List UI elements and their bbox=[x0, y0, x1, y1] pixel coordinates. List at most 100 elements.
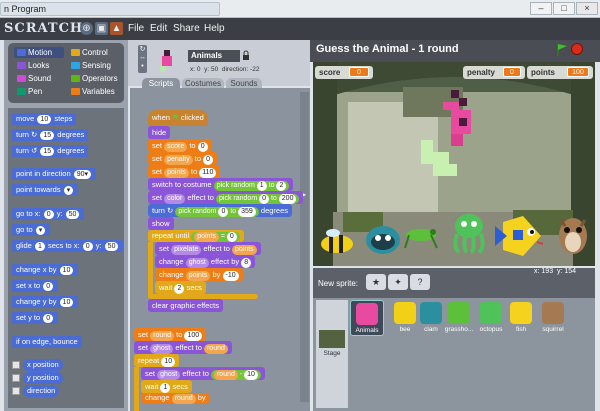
block-palette: move 10 steps turn ↻ 15 degrees turn ↺ 1… bbox=[8, 108, 124, 408]
category-variables[interactable]: Variables bbox=[68, 86, 118, 97]
block-set-points[interactable]: set points to 110 bbox=[148, 165, 221, 178]
block-show[interactable]: show bbox=[148, 217, 174, 230]
maximize-icon[interactable]: □ bbox=[553, 2, 575, 15]
random-sprite-icon[interactable]: ? bbox=[410, 274, 430, 290]
block-set-y[interactable]: set y to 0 bbox=[12, 312, 59, 324]
block-repeat[interactable]: repeat 10 bbox=[134, 354, 180, 367]
looks-swatch-icon bbox=[17, 62, 26, 69]
category-sound[interactable]: Sound bbox=[14, 73, 64, 84]
block-set-color-effect[interactable]: set color effect to pick random 0 to 200 bbox=[148, 191, 304, 204]
stage[interactable]: score 0 penalty 0 points 100 bbox=[313, 62, 595, 266]
sprite-thumb-octopus[interactable]: octopus bbox=[474, 302, 508, 333]
block-move[interactable]: move 10 steps bbox=[12, 113, 77, 125]
direction-checkbox[interactable] bbox=[12, 387, 20, 395]
block-point-direction[interactable]: point in direction 90▾ bbox=[12, 168, 97, 180]
animals-sprite-on-stage[interactable] bbox=[421, 90, 481, 180]
variables-swatch-icon bbox=[71, 88, 80, 95]
reporter-direction[interactable]: direction bbox=[23, 385, 60, 397]
block-set-ghost-round[interactable]: set ghost effect to round bbox=[134, 341, 232, 354]
sprite-name-field[interactable]: Animals bbox=[188, 50, 240, 62]
grasshopper-sprite-on-stage[interactable] bbox=[403, 220, 439, 250]
block-switch-costume[interactable]: switch to costume pick random 1 to 2 bbox=[148, 178, 294, 191]
category-looks[interactable]: Looks bbox=[14, 60, 64, 71]
motion-swatch-icon bbox=[17, 49, 26, 56]
block-change-y[interactable]: change y by 10 bbox=[12, 296, 79, 308]
block-point-towards[interactable]: point towards ▾ bbox=[12, 184, 79, 196]
close-icon[interactable]: × bbox=[576, 2, 598, 15]
category-pen[interactable]: Pen bbox=[14, 86, 64, 97]
bee-sprite-on-stage[interactable] bbox=[319, 227, 359, 257]
fish-sprite-on-stage[interactable] bbox=[493, 212, 553, 262]
block-clear-effects[interactable]: clear graphic effects bbox=[148, 299, 223, 312]
points-monitor[interactable]: points 100 bbox=[527, 66, 593, 79]
control-swatch-icon bbox=[71, 49, 80, 56]
globe-icon[interactable]: ⊕ bbox=[80, 22, 93, 35]
block-set-x[interactable]: set x to 0 bbox=[12, 280, 59, 292]
flip-icon[interactable]: ↔ bbox=[138, 54, 147, 63]
y-position-checkbox[interactable] bbox=[12, 374, 20, 382]
sprite-thumb-squirrel[interactable]: squirrel bbox=[536, 302, 570, 333]
block-change-x[interactable]: change x by 10 bbox=[12, 264, 79, 276]
stage-thumbnail[interactable]: Stage bbox=[316, 300, 348, 408]
rotate-icon[interactable]: ↻ bbox=[138, 45, 147, 54]
block-wait-1[interactable]: wait 1 secs bbox=[141, 380, 192, 393]
reporter-y-position[interactable]: y position bbox=[23, 372, 63, 384]
block-when-flag-clicked[interactable]: when ⚑ clicked bbox=[148, 110, 208, 126]
category-operators[interactable]: Operators bbox=[68, 73, 118, 84]
menu-share[interactable]: Share bbox=[173, 23, 200, 35]
block-repeat-until[interactable]: repeat until points = 0 bbox=[148, 230, 244, 242]
category-sensing[interactable]: Sensing bbox=[68, 60, 118, 71]
minimize-icon[interactable]: – bbox=[530, 2, 552, 15]
clam-icon bbox=[420, 302, 442, 324]
block-glide[interactable]: glide 1 secs to x: 0 y: 50 bbox=[12, 240, 124, 252]
green-flag-icon[interactable] bbox=[556, 43, 568, 57]
block-wait-2[interactable]: wait 2 secs bbox=[155, 281, 206, 294]
squirrel-sprite-on-stage[interactable] bbox=[555, 214, 591, 256]
pen-swatch-icon bbox=[17, 88, 26, 95]
sprite-thumb-fish[interactable]: fish bbox=[504, 302, 538, 333]
block-goto[interactable]: go to ▾ bbox=[12, 224, 51, 236]
stop-icon[interactable] bbox=[571, 43, 583, 55]
block-hide[interactable]: hide bbox=[148, 126, 171, 139]
block-set-round[interactable]: set round to 100 bbox=[134, 328, 207, 341]
sprite-thumb-grasshopper[interactable]: grassho... bbox=[442, 302, 476, 333]
score-monitor[interactable]: score 0 bbox=[315, 66, 373, 79]
sensing-swatch-icon bbox=[71, 62, 80, 69]
sprite-coords: x: 0 y: 50 direction: -22 bbox=[190, 66, 260, 73]
block-change-round[interactable]: change round by bbox=[141, 393, 210, 404]
octopus-sprite-on-stage[interactable] bbox=[449, 212, 489, 254]
reporter-x-position[interactable]: x position bbox=[23, 359, 63, 371]
choose-sprite-file-icon[interactable]: ✦ bbox=[388, 274, 408, 290]
block-turn-ccw[interactable]: turn ↺ 15 degrees bbox=[12, 145, 89, 157]
save-icon[interactable]: ▣ bbox=[95, 22, 108, 35]
rotation-style-buttons[interactable]: ↻ ↔ • bbox=[138, 45, 147, 73]
block-set-ghost-calc[interactable]: set ghost effect to round - 10 bbox=[141, 367, 265, 380]
background-window-controls: – □ × bbox=[300, 2, 600, 16]
block-bounce[interactable]: if on edge, bounce bbox=[12, 336, 82, 348]
block-set-score[interactable]: set score to 0 bbox=[148, 139, 212, 152]
category-motion[interactable]: Motion bbox=[14, 47, 64, 58]
block-change-ghost[interactable]: change ghost effect by 8 bbox=[155, 255, 256, 268]
share-icon[interactable]: ▲ bbox=[110, 22, 123, 35]
background-window-title: n Program bbox=[0, 2, 220, 16]
block-set-penalty[interactable]: set penalty to 0 bbox=[148, 152, 218, 165]
block-change-points[interactable]: change points by -10 bbox=[155, 268, 243, 281]
animals-icon bbox=[356, 303, 378, 325]
lock-icon[interactable] bbox=[242, 50, 250, 61]
penalty-monitor[interactable]: penalty 0 bbox=[463, 66, 525, 79]
paint-new-sprite-icon[interactable]: ★ bbox=[366, 274, 386, 290]
menu-file[interactable]: File bbox=[128, 23, 144, 35]
block-turn-random[interactable]: turn ↻ pick random 0 to 359 degrees bbox=[148, 204, 293, 217]
x-position-checkbox[interactable] bbox=[12, 361, 20, 369]
scripts-scrollbar[interactable] bbox=[300, 92, 309, 402]
clam-sprite-on-stage[interactable] bbox=[365, 222, 401, 256]
category-control[interactable]: Control bbox=[68, 47, 118, 58]
block-turn-cw[interactable]: turn ↻ 15 degrees bbox=[12, 129, 89, 141]
menu-edit[interactable]: Edit bbox=[150, 23, 167, 35]
animals-sprite-icon bbox=[160, 50, 172, 72]
sprite-thumb-animals[interactable]: Animals bbox=[350, 300, 384, 336]
menu-help[interactable]: Help bbox=[204, 23, 225, 35]
block-goto-xy[interactable]: go to x: 0 y: 50 bbox=[12, 208, 85, 220]
block-set-pixelate[interactable]: set pixelate effect to points bbox=[155, 242, 261, 255]
no-rotate-icon[interactable]: • bbox=[138, 63, 147, 72]
